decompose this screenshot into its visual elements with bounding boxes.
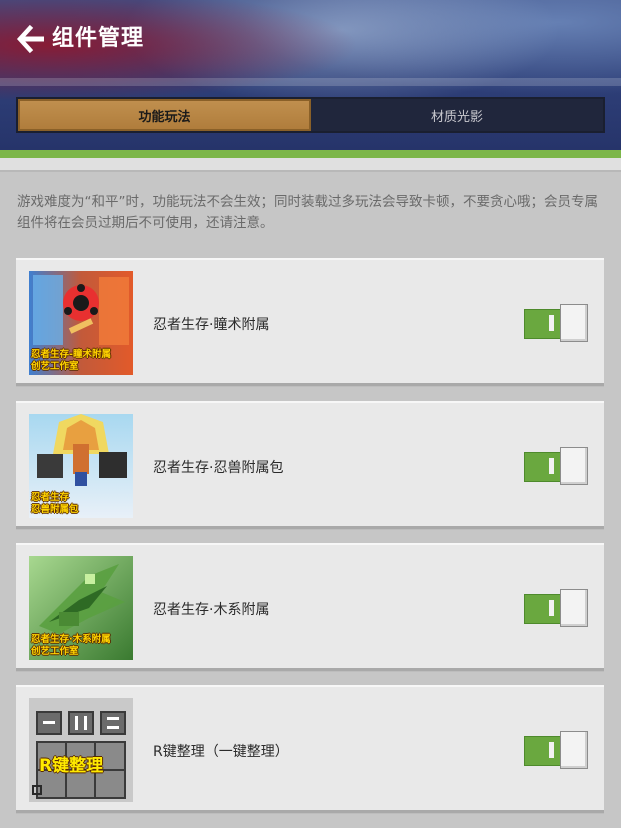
arrow-left-icon[interactable]: [16, 24, 46, 54]
toggle-knob[interactable]: [560, 589, 588, 627]
component-thumbnail: R键整理: [29, 698, 133, 802]
toggle-track: [524, 309, 564, 339]
caption-line: 忍者生存: [31, 492, 70, 503]
thumbnail-caption: 忍者生存-瞳术附属 创艺工作室: [31, 349, 111, 373]
component-card: 忍者生存-瞳术附属 创艺工作室 忍者生存·瞳术附属: [16, 258, 604, 386]
section-divider: [0, 158, 621, 172]
enable-toggle[interactable]: [524, 731, 588, 769]
tab-gameplay[interactable]: 功能玩法: [18, 99, 311, 131]
toggle-knob[interactable]: [560, 731, 588, 769]
toggle-track: [524, 736, 564, 766]
component-thumbnail: 忍者生存-瞳术附属 创艺工作室: [29, 271, 133, 375]
component-thumbnail: 忍者生存·木系附属 创艺工作室: [29, 556, 133, 660]
thumbnail-caption: 忍者生存 忍兽附属包: [31, 492, 79, 516]
component-name: 忍者生存·忍兽附属包: [153, 460, 284, 476]
component-card: 忍者生存 忍兽附属包 忍者生存·忍兽附属包: [16, 401, 604, 529]
caption-line: 忍者生存-瞳术附属: [31, 349, 111, 360]
caption-line: 忍兽附属包: [31, 504, 79, 515]
toggle-track: [524, 594, 564, 624]
component-thumbnail: 忍者生存 忍兽附属包: [29, 414, 133, 518]
caption-line: 创艺工作室: [31, 646, 79, 657]
caption-line: 创艺工作室: [31, 361, 79, 372]
toggle-track: [524, 452, 564, 482]
toggle-knob[interactable]: [560, 447, 588, 485]
page-title: 组件管理: [52, 26, 145, 51]
caption-line: R键整理: [39, 756, 104, 776]
tab-textures-shaders[interactable]: 材质光影: [311, 99, 603, 131]
toggle-knob[interactable]: [560, 304, 588, 342]
accent-strip: [0, 150, 621, 158]
enable-toggle[interactable]: [524, 304, 588, 342]
component-name: 忍者生存·木系附属: [153, 602, 270, 618]
thumbnail-caption: 忍者生存·木系附属 创艺工作室: [31, 634, 111, 658]
header-divider: [0, 78, 621, 86]
component-name: R键整理（一键整理）: [153, 744, 289, 760]
thumbnail-caption: R键整理: [39, 756, 103, 776]
header-banner: 组件管理 功能玩法 材质光影: [0, 0, 621, 150]
toggle-on-indicator: [549, 600, 554, 616]
component-card: R键整理 R键整理（一键整理）: [16, 685, 604, 813]
component-card: 忍者生存·木系附属 创艺工作室 忍者生存·木系附属: [16, 543, 604, 671]
tab-bar: 功能玩法 材质光影: [16, 97, 605, 133]
component-name: 忍者生存·瞳术附属: [153, 317, 270, 333]
toggle-on-indicator: [549, 742, 554, 758]
caption-line: 忍者生存·木系附属: [31, 634, 111, 645]
toggle-on-indicator: [549, 458, 554, 474]
toggle-on-indicator: [549, 315, 554, 331]
thumbnail-art: [29, 698, 133, 802]
enable-toggle[interactable]: [524, 589, 588, 627]
notice-text: 游戏难度为“和平”时，功能玩法不会生效；同时装载过多玩法会导致卡顿，不要贪心哦；…: [17, 194, 598, 231]
enable-toggle[interactable]: [524, 447, 588, 485]
